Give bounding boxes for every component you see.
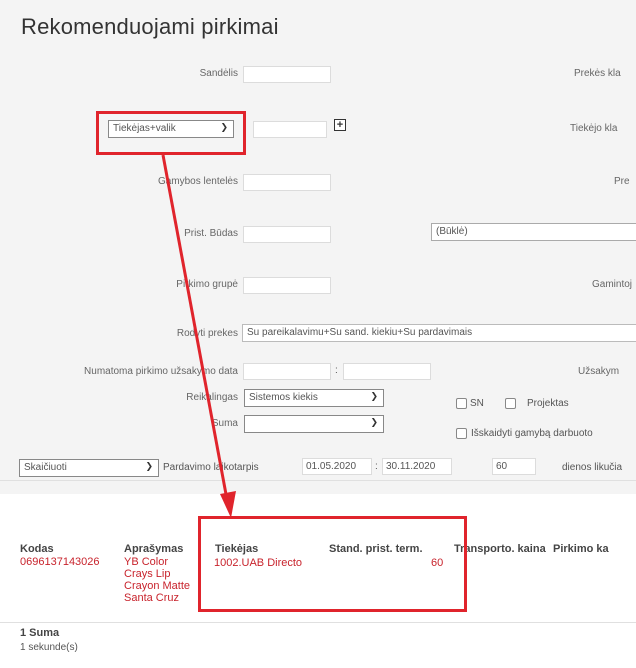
annotation-arrow-icon [161, 154, 236, 518]
